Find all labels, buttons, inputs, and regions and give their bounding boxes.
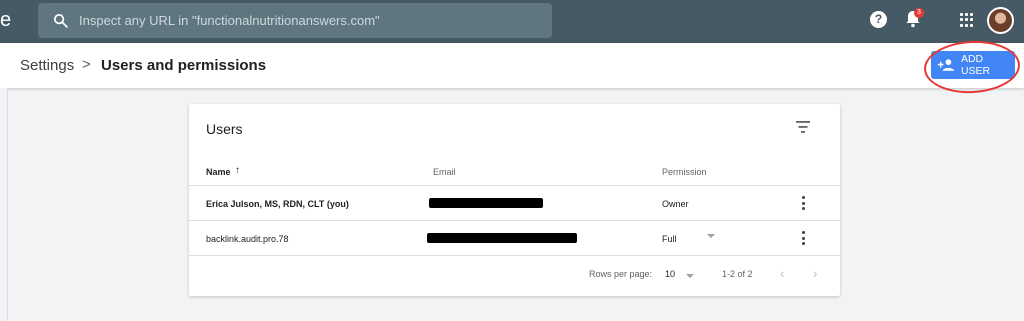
user-permission: Owner [662,199,689,209]
next-page-icon[interactable]: › [813,266,817,281]
redacted-email [429,198,543,208]
dropdown-caret-icon[interactable] [686,274,694,278]
account-avatar[interactable] [987,7,1014,34]
users-card: Users Name ↑ Email Permission Erica Juls… [189,104,840,296]
notification-count-badge: 3 [914,8,924,18]
product-name-fragment: e [0,9,12,31]
table-row: backlink.audit.pro.78 Full [189,220,840,255]
pagination-range: 1-2 of 2 [722,269,753,279]
page-title: Users and permissions [101,57,267,74]
dropdown-caret-icon[interactable] [707,234,715,238]
rows-per-page-label: Rows per page: [589,269,653,279]
previous-page-icon[interactable]: ‹ [780,266,784,281]
divider [189,255,840,256]
page-header: Settings > Users and permissions ADD USE… [0,43,1024,88]
url-inspect-search[interactable]: Inspect any URL in "functionalnutritiona… [38,3,552,38]
top-app-bar: e Inspect any URL in "functionalnutritio… [0,0,1024,43]
column-header-permission: Permission [662,167,707,177]
permission-select[interactable]: Full [662,234,677,244]
column-header-email: Email [433,167,456,177]
rows-per-page-select[interactable]: 10 [665,269,675,279]
help-icon[interactable]: ? [870,11,887,28]
column-header-name[interactable]: Name [206,167,231,177]
user-name: backlink.audit.pro.78 [206,234,289,244]
table-row: Erica Julson, MS, RDN, CLT (you) Owner [189,185,840,220]
more-options-icon[interactable] [802,196,806,210]
card-title: Users [206,121,243,137]
filter-icon[interactable] [796,121,810,133]
sort-ascending-icon[interactable]: ↑ [235,165,240,176]
more-options-icon[interactable] [802,231,806,245]
redacted-email [427,233,577,243]
user-name: Erica Julson, MS, RDN, CLT (you) [206,199,349,209]
apps-grid-icon[interactable] [960,13,974,27]
chevron-right-icon: > [82,56,91,73]
search-placeholder: Inspect any URL in "functionalnutritiona… [79,13,380,28]
search-icon [53,13,68,28]
breadcrumb-settings[interactable]: Settings [20,57,74,74]
left-rail [0,88,8,321]
